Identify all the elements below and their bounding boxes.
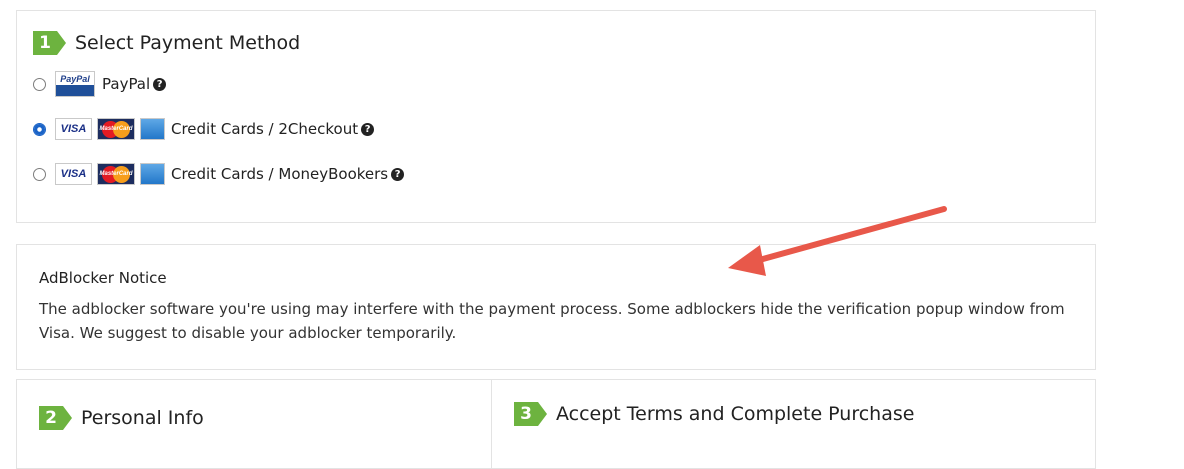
payment-step-header: 1 Select Payment Method	[33, 31, 300, 55]
moneybookers-radio[interactable]	[33, 167, 46, 181]
step-badge: 3	[514, 402, 547, 426]
help-icon[interactable]: ?	[153, 77, 167, 91]
section-title: Personal Info	[81, 407, 204, 429]
notice-title: AdBlocker Notice	[39, 269, 167, 287]
section-title: Select Payment Method	[75, 32, 301, 54]
adblocker-notice-panel: AdBlocker Notice The adblocker software …	[16, 244, 1096, 370]
mastercard-icon: MasterCard	[97, 118, 135, 140]
visa-icon: VISA	[55, 163, 92, 185]
terms-step-header: 3 Accept Terms and Complete Purchase	[514, 402, 914, 426]
help-icon[interactable]: ?	[361, 122, 375, 136]
mastercard-text: MasterCard	[99, 126, 133, 132]
payment-method-2checkout[interactable]: VISA MasterCard Credit Cards / 2Checkout…	[33, 116, 375, 142]
paypal-radio[interactable]	[33, 77, 46, 91]
2checkout-radio[interactable]	[33, 122, 46, 136]
help-icon[interactable]: ?	[391, 167, 405, 181]
paypal-logo-text: PayPal	[60, 74, 90, 84]
payment-method-paypal[interactable]: PayPal PayPal ?	[33, 71, 167, 97]
personal-step-header: 2 Personal Info	[39, 406, 204, 430]
method-label[interactable]: PayPal	[102, 75, 150, 93]
section-title: Accept Terms and Complete Purchase	[556, 403, 915, 425]
personal-info-panel: 2 Personal Info	[16, 379, 492, 469]
payment-method-panel: 1 Select Payment Method PayPal PayPal ? …	[16, 10, 1096, 223]
paypal-logo-icon: PayPal	[55, 71, 95, 97]
method-label[interactable]: Credit Cards / 2Checkout	[171, 120, 358, 138]
amex-icon	[140, 118, 165, 140]
visa-icon: VISA	[55, 118, 92, 140]
notice-text: The adblocker software you're using may …	[39, 300, 1065, 342]
mastercard-text: MasterCard	[99, 171, 133, 177]
step-badge: 2	[39, 406, 72, 430]
amex-icon	[140, 163, 165, 185]
step-badge: 1	[33, 31, 66, 55]
mastercard-icon: MasterCard	[97, 163, 135, 185]
terms-panel: 3 Accept Terms and Complete Purchase	[491, 379, 1096, 469]
payment-method-moneybookers[interactable]: VISA MasterCard Credit Cards / MoneyBook…	[33, 161, 405, 187]
method-label[interactable]: Credit Cards / MoneyBookers	[171, 165, 388, 183]
